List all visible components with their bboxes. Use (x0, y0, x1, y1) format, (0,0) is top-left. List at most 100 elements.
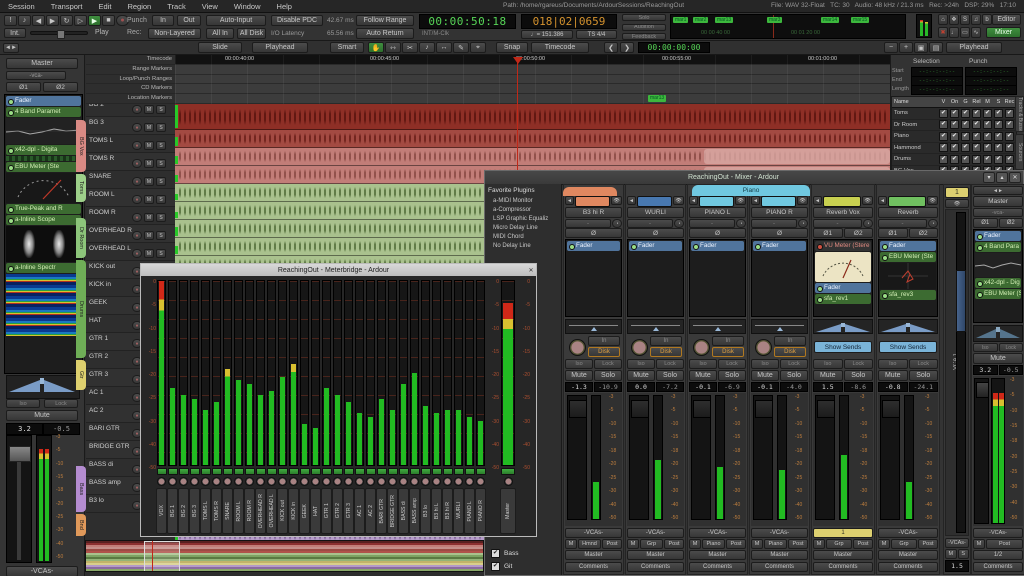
close-icon[interactable]: ✕ (1009, 172, 1021, 183)
track-rec-button[interactable]: ● (132, 141, 142, 150)
bridge-rec-button[interactable] (212, 477, 221, 486)
metering-m-button[interactable]: M (878, 539, 890, 549)
goto-end-icon[interactable]: ▶ (46, 15, 59, 26)
checkbox-checked[interactable]: ✔ (961, 120, 970, 129)
track-name[interactable]: BARI GTR (89, 425, 120, 432)
bridge-meter[interactable] (245, 280, 254, 466)
channel-fader[interactable] (691, 395, 711, 520)
ebu-meter-ste-processor[interactable]: EBU Meter (Ste (880, 252, 936, 262)
zoom-focus-select[interactable]: Playhead (946, 42, 1002, 53)
bridge-input-button[interactable] (267, 468, 277, 475)
bridge-name-button[interactable]: BG 1 (167, 488, 178, 535)
punch-out-button[interactable]: Out (177, 15, 201, 26)
track-rec-button[interactable]: ● (132, 195, 142, 204)
secondary-clock[interactable]: 018|02|0659 (521, 14, 617, 29)
track-name[interactable]: AC 2 (89, 407, 103, 414)
channel-meter[interactable] (715, 395, 725, 520)
menu-region[interactable]: Region (119, 2, 159, 11)
checkbox-checked[interactable]: ✔ (939, 109, 948, 118)
bridge-input-button[interactable] (311, 468, 321, 475)
track-header[interactable]: BG 3●MS (86, 117, 175, 135)
checkbox-checked[interactable]: ✔ (994, 132, 1003, 141)
iso-button[interactable]: Iso (973, 343, 998, 352)
metering-m-button[interactable]: M (813, 539, 825, 549)
bridge-name-button[interactable]: BG 3 (189, 488, 200, 535)
track-name[interactable]: OVERHEAD L (89, 245, 131, 252)
bridge-meter[interactable] (300, 280, 309, 466)
gain-display[interactable]: -0.1 (751, 382, 779, 392)
phase-button[interactable]: Ø1 (878, 228, 908, 238)
check-cell[interactable]: ✔ (982, 155, 993, 164)
mixer-titlebar[interactable]: ReachingOut - Mixer - Ardour▾▴✕ (485, 171, 1023, 185)
checkbox-checked[interactable]: ✔ (950, 120, 959, 129)
phase-button[interactable]: Ø (689, 228, 746, 238)
bridge-name-button[interactable]: PIANO L (464, 488, 475, 535)
ruler-label-cd-markers[interactable]: CD Markers (86, 84, 175, 94)
track-solo-button[interactable]: S (156, 213, 166, 222)
menu-track[interactable]: Track (159, 2, 193, 11)
mute-button[interactable]: Mute (813, 370, 843, 381)
bridge-rec-button[interactable] (465, 477, 474, 486)
mini-marker[interactable]: mar1 (673, 17, 688, 23)
bridge-input-button[interactable] (157, 468, 167, 475)
table-row[interactable]: Drums✔✔✔✔✔✔✔ (892, 154, 1016, 166)
bridge-meter[interactable] (179, 280, 188, 466)
bridge-input-button[interactable] (465, 468, 475, 475)
checkbox-checked[interactable]: ✔ (994, 109, 1003, 118)
bridge-meter[interactable] (501, 280, 515, 466)
show-sends-button[interactable]: Show Sends (879, 341, 937, 353)
edit-tool-icon[interactable]: ⌖ (470, 42, 486, 53)
phase-button[interactable]: Ø (627, 228, 684, 238)
ruler-label-loop-punch-ranges[interactable]: Loop/Punch Ranges (86, 75, 175, 85)
checkbox-checked[interactable]: ✔ (994, 155, 1003, 164)
fader-handle[interactable] (693, 400, 711, 418)
input-button[interactable]: - (565, 219, 611, 228)
bridge-name-button[interactable]: TOMS L (200, 488, 211, 535)
monitor-icon-2[interactable]: ❖ (949, 14, 959, 25)
comments-button[interactable]: Comments (813, 562, 873, 572)
track-solo-button[interactable]: S (156, 123, 166, 132)
bridge-name-button[interactable]: KICK out (277, 488, 288, 535)
bridge-input-button[interactable] (223, 468, 233, 475)
checkbox-checked[interactable]: ✔ (961, 109, 970, 118)
checkbox-checked[interactable]: ✔ (983, 143, 992, 152)
hide-eye-icon[interactable]: 👁 (862, 196, 873, 205)
column-header[interactable]: S (993, 97, 1004, 107)
group-button[interactable]: Grp (826, 539, 852, 549)
mini-timeline[interactable]: mar1mar2mar13mar3mar14mar1500 00 40 0000… (670, 14, 906, 39)
monitor-disk-button[interactable]: Disk (774, 347, 806, 357)
checkbox-checked[interactable]: ✔ (994, 143, 1003, 152)
fader-handle[interactable] (569, 400, 587, 418)
mute-button[interactable]: Mute (878, 370, 908, 381)
iso-button[interactable]: Iso (6, 399, 40, 408)
track-name[interactable]: TOMS R (89, 155, 114, 162)
track-name[interactable]: KICK out (89, 263, 115, 270)
bridge-name-button[interactable]: OVERHEAD R (255, 488, 266, 535)
mixer-window-button[interactable]: Mixer (986, 27, 1021, 38)
primary-clock[interactable]: 00:00:50:18 (419, 14, 516, 29)
bridge-input-button[interactable] (432, 468, 442, 475)
track-rec-button[interactable]: ● (132, 177, 142, 186)
editor-window-button[interactable]: Editor (992, 14, 1021, 25)
bridge-rec-button[interactable] (256, 477, 265, 486)
width-icon[interactable]: ◄► (973, 186, 1023, 195)
checkbox-checked[interactable]: ✔ (961, 143, 970, 152)
check-cell[interactable]: ✔ (938, 132, 949, 141)
check-cell[interactable]: ✔ (949, 143, 960, 152)
iso-button[interactable]: Iso (627, 359, 655, 369)
bridge-meter[interactable] (157, 280, 166, 466)
iso-button[interactable]: Iso (565, 359, 593, 369)
bridge-meter[interactable] (476, 280, 485, 466)
goto-start-icon[interactable]: ◀ (32, 15, 45, 26)
vca-fader[interactable] (956, 212, 966, 533)
zoom-fit-icon[interactable]: ▣ (914, 42, 928, 53)
peak-display[interactable]: -0.5 (999, 365, 1024, 375)
bridge-rec-button[interactable] (157, 477, 166, 486)
checkbox-checked[interactable]: ✔ (983, 120, 992, 129)
metering-m-button[interactable]: M (565, 539, 577, 549)
check-cell[interactable]: ✔ (982, 132, 993, 141)
group-tab-gtr[interactable]: Gtr (76, 360, 86, 390)
mini-marker[interactable]: mar14 (821, 17, 839, 23)
iso-button[interactable]: Iso (878, 359, 908, 369)
eq-processor[interactable]: 4 Band Paramet (6, 107, 81, 117)
